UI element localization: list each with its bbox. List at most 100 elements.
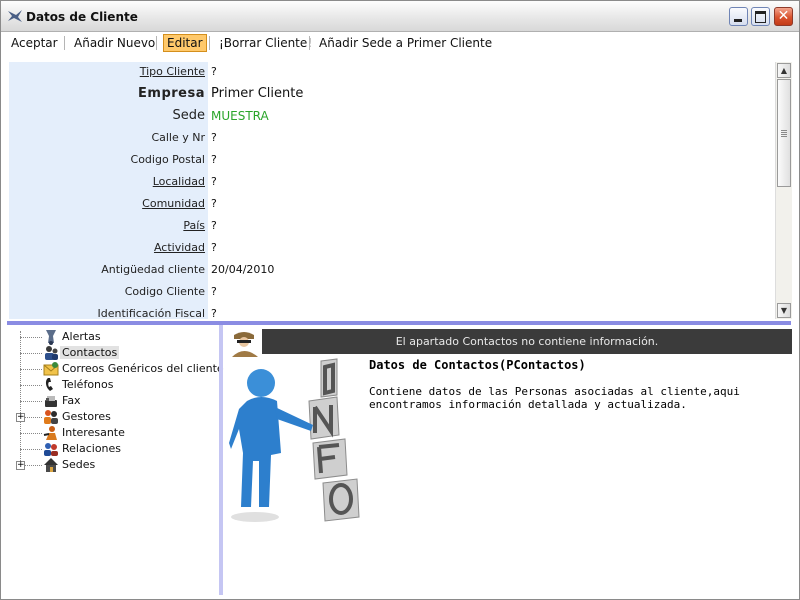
tree-item-sedes[interactable]: + Sedes	[9, 457, 217, 473]
maximize-icon	[755, 11, 766, 23]
main-window: Datos de Cliente ✕ Aceptar Añadir Nuevo …	[0, 0, 800, 600]
info-person-illustration-icon	[229, 358, 360, 522]
accept-button[interactable]: Aceptar	[8, 35, 61, 51]
tree-line	[20, 353, 42, 354]
app-logo-icon	[8, 10, 22, 22]
form-row-sede: Sede MUESTRA	[9, 106, 775, 128]
close-icon: ✕	[777, 8, 790, 24]
tree-item-label: Teléfonos	[62, 378, 114, 391]
tree-line	[20, 449, 42, 450]
tree-item-contactos[interactable]: Contactos	[9, 345, 217, 361]
tree-item-alertas[interactable]: Alertas	[9, 329, 217, 345]
tree-item-label: Contactos	[60, 346, 120, 359]
identificacion-fiscal-label: Identificación Fiscal	[97, 307, 205, 319]
sede-label: Sede	[172, 108, 206, 123]
codigo-cliente-value[interactable]: ?	[211, 285, 217, 298]
form-row-antiguedad: Antigüedad cliente 20/04/2010	[9, 260, 775, 282]
maximize-button[interactable]	[751, 7, 770, 26]
form-row-calle: Calle y Nr ?	[9, 128, 775, 150]
minimize-icon	[734, 19, 742, 22]
tree-item-correos[interactable]: Correos Genéricos del cliente	[9, 361, 224, 377]
tree-line	[24, 465, 42, 466]
edit-button[interactable]: Editar	[163, 34, 207, 52]
tree-item-label: Fax	[62, 394, 81, 407]
detail-panel: El apartado Contactos no contiene inform…	[225, 327, 793, 595]
tipo-cliente-link[interactable]: Tipo Cliente	[9, 65, 205, 78]
vertical-splitter[interactable]	[219, 325, 223, 595]
delete-client-button[interactable]: ¡Borrar Cliente!	[216, 35, 315, 51]
identificacion-fiscal-value[interactable]: ?	[211, 307, 217, 319]
form-row-tipo-cliente: Tipo Cliente ?	[9, 62, 775, 84]
antiguedad-value[interactable]: 20/04/2010	[211, 263, 274, 276]
actividad-link[interactable]: Actividad	[9, 241, 205, 254]
section-tree: Alertas Contactos Correos Genéricos del …	[9, 327, 224, 593]
tree-item-interesante[interactable]: Interesante	[9, 425, 217, 441]
add-site-button[interactable]: Añadir Sede a Primer Cliente	[316, 35, 495, 51]
alert-bell-icon	[46, 330, 56, 345]
detail-description: Contiene datos de las Personas asociadas…	[369, 385, 740, 411]
toolbar-separator	[156, 36, 157, 50]
tree-item-telefonos[interactable]: Teléfonos	[9, 377, 217, 393]
tree-item-gestores[interactable]: + Gestores	[9, 409, 217, 425]
tree-item-label: Alertas	[62, 330, 101, 343]
tree-line	[24, 417, 42, 418]
phone-icon	[45, 378, 53, 391]
contacts-people-icon	[45, 346, 58, 360]
empresa-value[interactable]: Primer Cliente	[211, 86, 303, 101]
scroll-up-button[interactable]: ▲	[777, 63, 791, 78]
tree-item-label: Interesante	[62, 426, 125, 439]
empresa-label: Empresa	[138, 86, 205, 101]
tree-item-relaciones[interactable]: Relaciones	[9, 441, 217, 457]
contact-avatar-icon	[228, 329, 262, 357]
chevron-down-icon: ▼	[780, 306, 788, 315]
codigo-cliente-label: Codigo Cliente	[124, 285, 205, 298]
managers-icon	[44, 410, 58, 424]
codigo-postal-value[interactable]: ?	[211, 153, 217, 166]
tree-item-fax[interactable]: Fax	[9, 393, 217, 409]
tree-line	[20, 337, 42, 338]
detail-title: Datos de Contactos(PContactos)	[369, 358, 586, 372]
form-scrollbar[interactable]: ▲ ▼	[775, 62, 792, 319]
form-row-localidad: Localidad ?	[9, 172, 775, 194]
tree-item-label: Relaciones	[62, 442, 122, 455]
calle-value[interactable]: ?	[211, 131, 217, 144]
form-row-empresa: Empresa Primer Cliente	[9, 84, 775, 106]
pais-link[interactable]: País	[9, 219, 205, 232]
minimize-button[interactable]	[729, 7, 748, 26]
horizontal-splitter[interactable]	[7, 321, 791, 325]
form-row-codigo-postal: Codigo Postal ?	[9, 150, 775, 172]
chevron-up-icon: ▲	[780, 66, 788, 75]
calle-label: Calle y Nr	[151, 131, 205, 144]
pais-value[interactable]: ?	[211, 219, 217, 232]
scroll-thumb[interactable]	[777, 79, 791, 187]
comunidad-link[interactable]: Comunidad	[9, 197, 205, 210]
title-bar[interactable]: Datos de Cliente ✕	[1, 1, 799, 32]
grip-icon	[781, 130, 787, 131]
sede-value[interactable]: MUESTRA	[211, 109, 269, 123]
localidad-link[interactable]: Localidad	[9, 175, 205, 188]
relations-icon	[44, 443, 58, 456]
client-form: Tipo Cliente ? Empresa Primer Cliente Se…	[9, 62, 775, 319]
tree-item-label: Sedes	[62, 458, 96, 471]
scroll-down-button[interactable]: ▼	[777, 303, 791, 318]
comunidad-value[interactable]: ?	[211, 197, 217, 210]
add-new-button[interactable]: Añadir Nuevo	[71, 35, 158, 51]
close-button[interactable]: ✕	[774, 7, 793, 26]
tree-item-label: Correos Genéricos del cliente	[62, 362, 224, 375]
form-row-actividad: Actividad ?	[9, 238, 775, 260]
tipo-cliente-value[interactable]: ?	[211, 65, 217, 78]
form-row-pais: País ?	[9, 216, 775, 238]
toolbar-separator	[64, 36, 65, 50]
antiguedad-label: Antigüedad cliente	[101, 263, 205, 276]
actividad-value[interactable]: ?	[211, 241, 217, 254]
house-icon	[44, 458, 58, 472]
tree-line	[20, 433, 42, 434]
mail-icon	[43, 362, 59, 376]
tree-item-label: Gestores	[62, 410, 111, 423]
interesting-icon	[43, 426, 57, 440]
form-row-codigo-cliente: Codigo Cliente ?	[9, 282, 775, 304]
toolbar: Aceptar Añadir Nuevo Editar ¡Borrar Clie…	[1, 32, 799, 54]
form-row-comunidad: Comunidad ?	[9, 194, 775, 216]
codigo-postal-label: Codigo Postal	[130, 153, 205, 166]
localidad-value[interactable]: ?	[211, 175, 217, 188]
